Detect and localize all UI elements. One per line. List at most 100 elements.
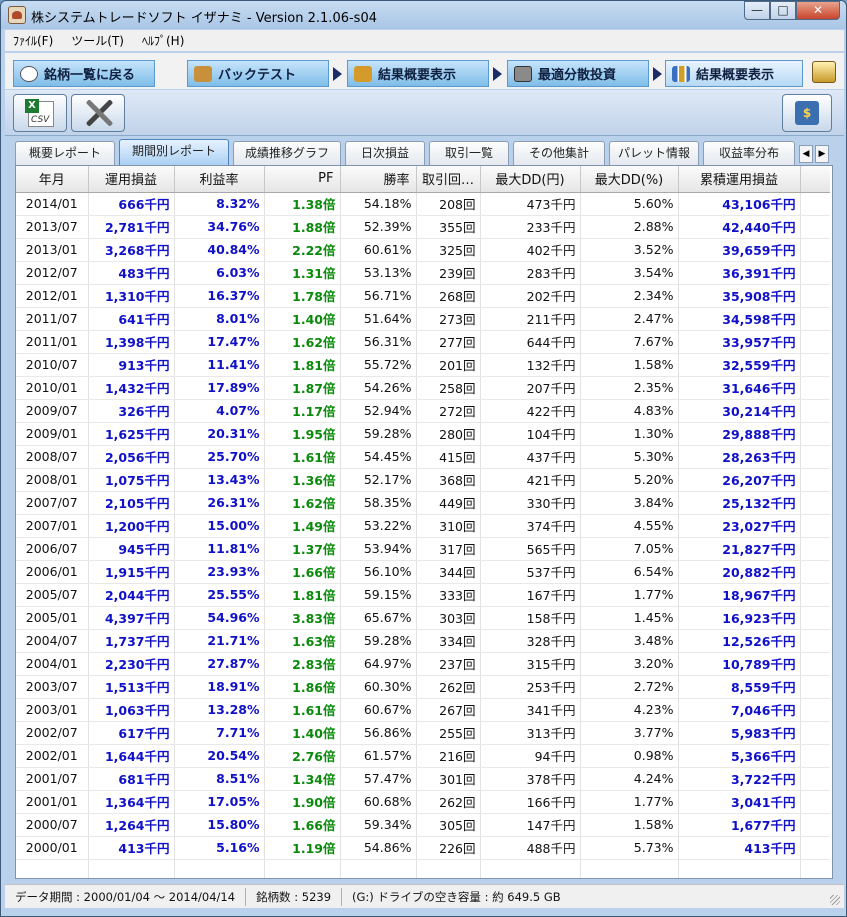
tab-scroll-left-button[interactable]: ◀ — [799, 145, 813, 163]
table-row[interactable]: 2011/07 641千円 8.01% 1.40倍 51.64% 273回 211千円 2.4… — [16, 307, 830, 331]
column-header-profit[interactable]: 運用損益 — [88, 166, 175, 193]
subtab-pallet-info[interactable]: パレット情報 — [609, 141, 699, 165]
cell-profit: 913千円 — [88, 353, 175, 377]
subtab-period-report[interactable]: 期間別レポート — [119, 139, 229, 166]
cell-trade-count: 262回 — [416, 675, 481, 699]
csv-export-button[interactable]: CSV — [13, 94, 67, 132]
table-row[interactable]: 2002/07 617千円 7.71% 1.40倍 56.86% 255回 313千円 3.7… — [16, 721, 830, 745]
table-row[interactable]: 2010/07 913千円 11.41% 1.81倍 55.72% 201回 132千円 1.… — [16, 353, 830, 377]
table-row[interactable]: 2009/01 1,625千円 20.31% 1.95倍 59.28% 280回 104千円… — [16, 422, 830, 446]
column-header-month[interactable]: 年月 — [16, 166, 89, 193]
column-header-max-dd-pct[interactable]: 最大DD(%) — [580, 166, 679, 193]
subtab-overview[interactable]: 概要レポート — [15, 141, 115, 165]
table-row[interactable]: 2006/01 1,915千円 23.93% 1.66倍 56.10% 344回 537千円… — [16, 560, 830, 584]
cell-max-dd-pct: 2.88% — [580, 215, 679, 239]
tab-scroll-right-button[interactable]: ▶ — [815, 145, 829, 163]
title-bar[interactable]: 株システムトレードソフト イザナミ - Version 2.1.06-s04 —… — [1, 1, 846, 29]
cell-cumulative-profit: 5,983千円 — [678, 721, 801, 745]
cell-pf: 1.61倍 — [264, 445, 341, 469]
cell-cumulative-profit: 1,677千円 — [678, 813, 801, 837]
cell-pf: 1.61倍 — [264, 698, 341, 722]
column-header-cumulative-profit[interactable]: 累積運用損益 — [678, 166, 801, 193]
cell-cumulative-profit: 25,132千円 — [678, 491, 801, 515]
table-row[interactable]: 2005/07 2,044千円 25.55% 1.81倍 59.15% 333回 167千円… — [16, 583, 830, 607]
table-row[interactable]: 2008/07 2,056千円 25.70% 1.61倍 54.45% 415回 437千円… — [16, 445, 830, 469]
table-row[interactable]: 2000/07 1,264千円 15.80% 1.66倍 59.34% 305回 147千円… — [16, 813, 830, 837]
cell-month: 2000/01 — [16, 836, 89, 860]
table-row[interactable]: 2007/01 1,200千円 15.00% 1.49倍 53.22% 310回 374千円… — [16, 514, 830, 538]
table-row[interactable]: 2005/01 4,397千円 54.96% 3.83倍 65.67% 303回 158千円… — [16, 606, 830, 630]
cell-profit: 1,513千円 — [88, 675, 175, 699]
table-row[interactable]: 2012/01 1,310千円 16.37% 1.78倍 56.71% 268回 202千円… — [16, 284, 830, 308]
table-row[interactable]: 2004/01 2,230千円 27.87% 2.83倍 64.97% 237回 315千円… — [16, 652, 830, 676]
cell-max-dd-pct: 3.77% — [580, 721, 679, 745]
cell-max-dd-pct: 2.35% — [580, 376, 679, 400]
table-row[interactable]: 2014/01 666千円 8.32% 1.38倍 54.18% 208回 473千円 5.6… — [16, 192, 830, 216]
column-header-profit-rate[interactable]: 利益率 — [174, 166, 265, 193]
cell-month: 2004/07 — [16, 629, 89, 653]
cell-max-dd-pct: 4.23% — [580, 698, 679, 722]
table-row[interactable]: 2007/07 2,105千円 26.31% 1.62倍 58.35% 449回 330千円… — [16, 491, 830, 515]
cell-trade-count: 268回 — [416, 284, 481, 308]
nav-tab-result-summary-2[interactable]: 結果概要表示 — [665, 60, 803, 87]
table-row[interactable]: 2000/01 413千円 5.16% 1.19倍 54.86% 226回 488千円 5.7… — [16, 836, 830, 860]
cell-profit: 2,044千円 — [88, 583, 175, 607]
column-header-win-rate[interactable]: 勝率 — [340, 166, 417, 193]
subtab-other-stats[interactable]: その他集計 — [513, 141, 605, 165]
cell-max-dd-pct: 3.84% — [580, 491, 679, 515]
period-report-grid[interactable]: 年月 運用損益 利益率 PF 勝率 取引回… 最大DD(円) 最大DD(%) 累… — [15, 165, 833, 879]
column-header-pf[interactable]: PF — [264, 166, 341, 193]
cell-filler — [800, 675, 830, 699]
settings-tools-button[interactable] — [71, 94, 125, 132]
table-row[interactable]: 2004/07 1,737千円 21.71% 1.63倍 59.28% 334回 328千円… — [16, 629, 830, 653]
subtab-performance-graph[interactable]: 成績推移グラフ — [233, 141, 341, 165]
maximize-button[interactable]: □ — [770, 1, 796, 20]
subtab-trade-list[interactable]: 取引一覧 — [429, 141, 509, 165]
menu-file[interactable]: ﾌｧｲﾙ(F) — [13, 32, 53, 49]
menu-help[interactable]: ﾍﾙﾌﾟ(H) — [142, 32, 184, 49]
subtab-return-distribution[interactable]: 収益率分布 — [703, 141, 795, 165]
cell-max-dd-pct: 1.58% — [580, 353, 679, 377]
table-row[interactable]: 2002/01 1,644千円 20.54% 2.76倍 61.57% 216回 94千円 0… — [16, 744, 830, 768]
resize-grip-icon[interactable] — [830, 895, 840, 905]
table-row[interactable]: 2008/01 1,075千円 13.43% 1.36倍 52.17% 368回 421千円… — [16, 468, 830, 492]
toolbar: CSV — [5, 90, 844, 136]
column-header-max-dd-yen[interactable]: 最大DD(円) — [480, 166, 581, 193]
menu-tools[interactable]: ツール(T) — [71, 32, 124, 49]
cell-max-dd-yen: 253千円 — [480, 675, 581, 699]
table-row[interactable]: 2003/07 1,513千円 18.91% 1.86倍 60.30% 262回 253千円… — [16, 675, 830, 699]
empty-cell — [174, 859, 265, 878]
cell-trade-count: 333回 — [416, 583, 481, 607]
table-row[interactable]: 2013/01 3,268千円 40.84% 2.22倍 60.61% 325回 402千円… — [16, 238, 830, 262]
nav-tab-result-summary[interactable]: 結果概要表示 — [347, 60, 489, 87]
table-row[interactable]: 2003/01 1,063千円 13.28% 1.61倍 60.67% 267回 341千円… — [16, 698, 830, 722]
column-header-trade-count[interactable]: 取引回… — [416, 166, 481, 193]
nav-tab-optimal-diversification[interactable]: 最適分散投資 — [507, 60, 649, 87]
cell-profit: 1,398千円 — [88, 330, 175, 354]
table-row[interactable]: 2013/07 2,781千円 34.76% 1.88倍 52.39% 355回 233千円… — [16, 215, 830, 239]
money-report-button[interactable] — [782, 94, 832, 132]
cell-month: 2003/07 — [16, 675, 89, 699]
cell-filler — [800, 629, 830, 653]
close-button[interactable]: ✕ — [796, 1, 840, 20]
table-row[interactable]: 2012/07 483千円 6.03% 1.31倍 53.13% 239回 283千円 3.5… — [16, 261, 830, 285]
table-row[interactable]: 2009/07 326千円 4.07% 1.17倍 52.94% 272回 422千円 4.8… — [16, 399, 830, 423]
cell-max-dd-yen: 132千円 — [480, 353, 581, 377]
table-row[interactable]: 2010/01 1,432千円 17.89% 1.87倍 54.26% 258回 207千円… — [16, 376, 830, 400]
minimize-button[interactable]: — — [744, 1, 770, 20]
app-logo-icon — [8, 6, 26, 24]
cell-profit-rate: 25.70% — [174, 445, 265, 469]
table-body: 2014/01 666千円 8.32% 1.38倍 54.18% 208回 473千円 5.6… — [16, 192, 830, 878]
nav-tab-backtest[interactable]: バックテスト — [187, 60, 329, 87]
subtab-daily-pnl[interactable]: 日次損益 — [345, 141, 425, 165]
table-row[interactable]: 2001/01 1,364千円 17.05% 1.90倍 60.68% 262回 166千円… — [16, 790, 830, 814]
cell-win-rate: 54.26% — [340, 376, 417, 400]
table-row[interactable]: 2006/07 945千円 11.81% 1.37倍 53.94% 317回 565千円 7.… — [16, 537, 830, 561]
nav-tab-back-to-list[interactable]: 銘柄一覧に戻る — [13, 60, 155, 87]
user-icon[interactable] — [812, 61, 836, 83]
table-row[interactable]: 2001/07 681千円 8.51% 1.34倍 57.47% 301回 378千円 4.2… — [16, 767, 830, 791]
table-row[interactable]: 2011/01 1,398千円 17.47% 1.62倍 56.31% 277回 644千円… — [16, 330, 830, 354]
status-drive-space: (G:) ドライブの空き容量 : 約 649.5 GB — [352, 889, 561, 904]
cell-max-dd-yen: 330千円 — [480, 491, 581, 515]
cell-filler — [800, 353, 830, 377]
